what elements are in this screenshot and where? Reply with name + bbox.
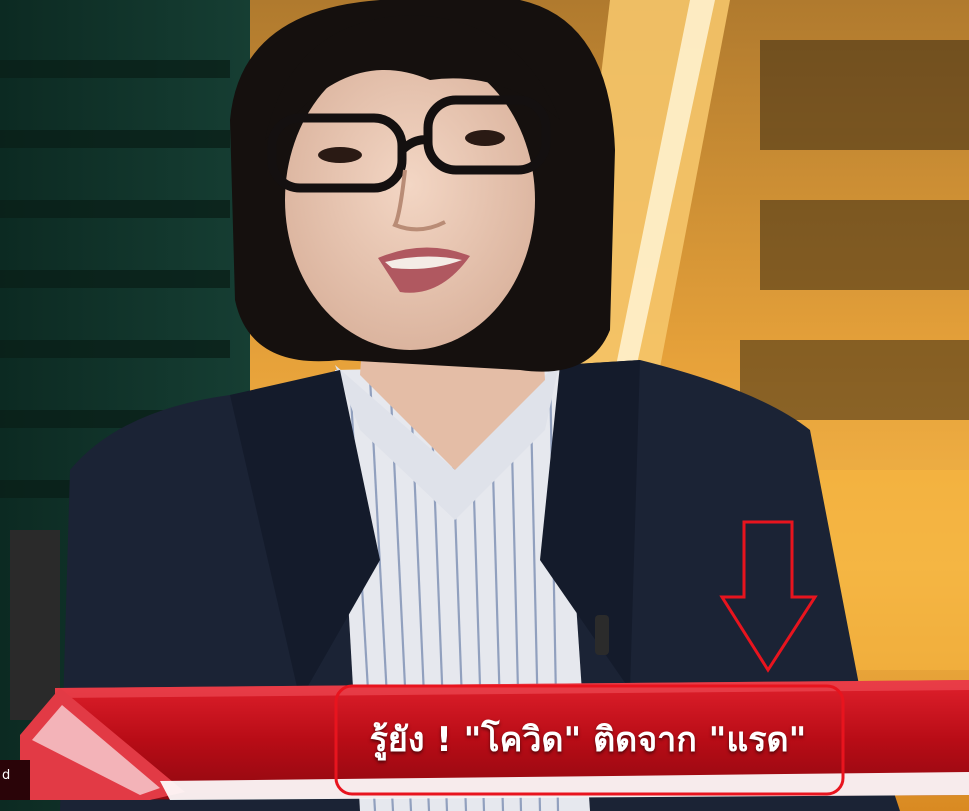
news-headline: รู้ยัง ! "โควิด" ติดจาก "แรด" (369, 720, 807, 760)
ticker-fragment: d (2, 768, 11, 783)
